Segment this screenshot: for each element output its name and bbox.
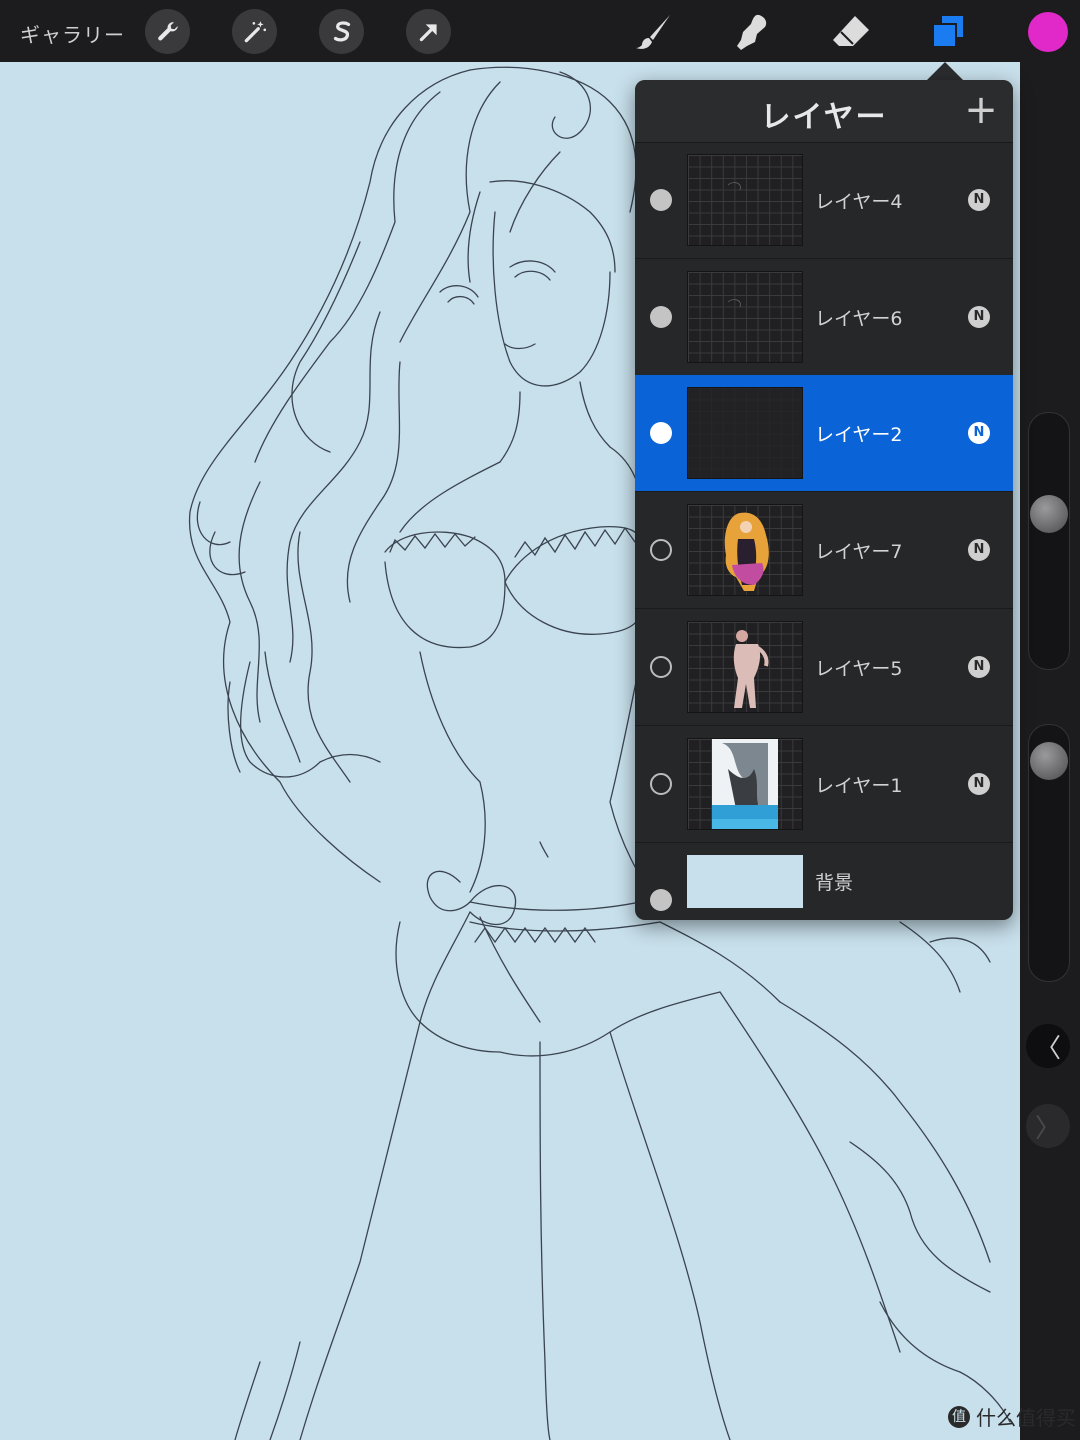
blend-mode-button[interactable]: N <box>968 189 990 211</box>
visibility-toggle[interactable] <box>650 655 672 678</box>
chevron-left-icon: 〈 <box>1034 1033 1061 1064</box>
transform-arrow-icon <box>419 23 437 41</box>
visibility-toggle[interactable] <box>650 889 672 911</box>
layer-name: レイヤー1 <box>815 774 903 797</box>
blend-mode-button[interactable]: N <box>968 772 990 795</box>
background-layer-row[interactable]: 背景 <box>635 842 1013 920</box>
top-toolbar: ギャラリー <box>0 0 1080 62</box>
layer-thumbnail <box>687 855 803 908</box>
watermark-text: 什么值得买 <box>976 1406 1076 1430</box>
opacity-slider[interactable] <box>1028 724 1070 982</box>
layer-thumbnail <box>687 270 803 363</box>
brush-icon <box>636 15 670 49</box>
actions-button[interactable] <box>145 9 190 54</box>
layer-thumbnail <box>687 154 803 246</box>
redo-button[interactable]: 〉 <box>1026 1104 1070 1148</box>
layer-thumbnail <box>687 387 803 480</box>
eraser-button[interactable] <box>829 10 873 54</box>
layer-thumbnail <box>687 620 803 713</box>
adjustments-button[interactable] <box>232 9 277 54</box>
brush-size-knob[interactable] <box>1030 495 1068 534</box>
watermark: 值 什么值得买 <box>948 1402 1076 1431</box>
transform-button[interactable] <box>406 9 451 54</box>
layer-row[interactable]: レイヤー1 N <box>635 726 1013 843</box>
brush-size-slider[interactable] <box>1028 412 1070 670</box>
layer-name: レイヤー7 <box>815 541 903 564</box>
watermark-logo: 值 <box>948 1405 970 1428</box>
visibility-toggle[interactable] <box>650 539 672 562</box>
eraser-icon <box>833 16 869 46</box>
layer-name: レイヤー6 <box>815 307 903 330</box>
smudge-icon <box>737 14 767 51</box>
opacity-knob[interactable] <box>1030 742 1068 781</box>
gallery-button[interactable]: ギャラリー <box>20 19 125 48</box>
layer-row[interactable]: レイヤー6 N <box>635 259 1013 376</box>
popover-arrow <box>926 62 964 81</box>
visibility-toggle[interactable] <box>650 422 672 445</box>
layer-name: レイヤー4 <box>815 191 903 213</box>
layer-row[interactable]: レイヤー2 N <box>635 375 1013 493</box>
visibility-toggle[interactable] <box>650 189 672 211</box>
layer-name: 背景 <box>815 872 854 894</box>
chevron-right-icon: 〉 <box>1034 1113 1061 1144</box>
layers-panel-title: レイヤー <box>760 100 888 135</box>
layer-name: レイヤー2 <box>815 424 903 447</box>
layer-row[interactable]: レイヤー7 N <box>635 492 1013 610</box>
blend-mode-button[interactable]: N <box>968 422 990 445</box>
layers-panel-header: レイヤー + <box>635 80 1013 143</box>
selection-s-icon <box>333 20 350 41</box>
visibility-toggle[interactable] <box>650 772 672 795</box>
color-picker-button[interactable] <box>1028 12 1068 52</box>
layer-row[interactable]: レイヤー4 N <box>635 142 1013 259</box>
right-sidebar: 〈 〉 <box>1020 62 1080 1440</box>
layers-button[interactable] <box>926 10 970 54</box>
smudge-button[interactable] <box>729 10 773 54</box>
blend-mode-button[interactable]: N <box>968 655 990 678</box>
layer-thumbnail <box>687 504 803 597</box>
layer-name: レイヤー5 <box>815 657 903 680</box>
magic-wand-icon <box>244 20 266 42</box>
selection-button[interactable] <box>319 9 364 54</box>
layers-panel: レイヤー + レイヤー4 N レイヤー6 N レイヤー2 N レイヤー7 N レイヤー5 N レイヤ… <box>635 80 1013 920</box>
visibility-toggle[interactable] <box>650 305 672 328</box>
blend-mode-button[interactable]: N <box>968 539 990 562</box>
layer-row[interactable]: レイヤー5 N <box>635 609 1013 726</box>
blend-mode-button[interactable]: N <box>968 305 990 328</box>
add-layer-button[interactable]: + <box>963 90 999 130</box>
layer-thumbnail <box>687 737 803 830</box>
layers-icon <box>932 14 965 48</box>
brush-button[interactable] <box>632 10 676 54</box>
undo-button[interactable]: 〈 <box>1026 1024 1070 1068</box>
wrench-icon <box>157 21 178 40</box>
